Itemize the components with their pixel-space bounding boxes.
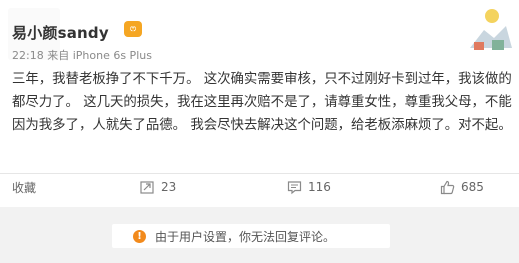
favorite-label: 收藏 bbox=[12, 180, 37, 195]
comment-button[interactable]: 116 bbox=[287, 174, 331, 200]
post-meta: 22:18 来自 iPhone 6s Plus bbox=[12, 47, 152, 63]
vip-badge-icon: ෆ bbox=[124, 21, 142, 37]
post-header: 易小颜sandy ෆ 22:18 来自 iPhone 6s Plus bbox=[0, 0, 519, 70]
decorative-illustration-icon bbox=[462, 4, 514, 56]
repost-button[interactable]: 23 bbox=[140, 174, 176, 200]
post-content: 三年，我替老板挣了不下千万。 这次确实需要审核，只不过刚好卡到过年，我该做的都尽… bbox=[12, 72, 512, 133]
repost-count: 23 bbox=[161, 180, 177, 194]
post-time: 22:18 bbox=[12, 49, 44, 62]
username[interactable]: 易小颜sandy bbox=[12, 22, 109, 43]
like-icon bbox=[440, 180, 455, 194]
like-button[interactable]: 685 bbox=[440, 174, 484, 200]
source-prefix: 来自 bbox=[47, 49, 70, 62]
post-source[interactable]: iPhone 6s Plus bbox=[73, 49, 152, 62]
comment-icon bbox=[287, 180, 302, 194]
comment-count: 116 bbox=[308, 180, 331, 194]
repost-icon bbox=[140, 180, 154, 194]
reply-disabled-notice: ! 由于用户设置，你无法回复评论。 bbox=[112, 224, 390, 248]
favorite-button[interactable]: 收藏 bbox=[12, 174, 36, 200]
notice-text: 由于用户设置，你无法回复评论。 bbox=[155, 229, 336, 244]
alert-icon: ! bbox=[133, 229, 146, 243]
like-count: 685 bbox=[461, 180, 484, 194]
